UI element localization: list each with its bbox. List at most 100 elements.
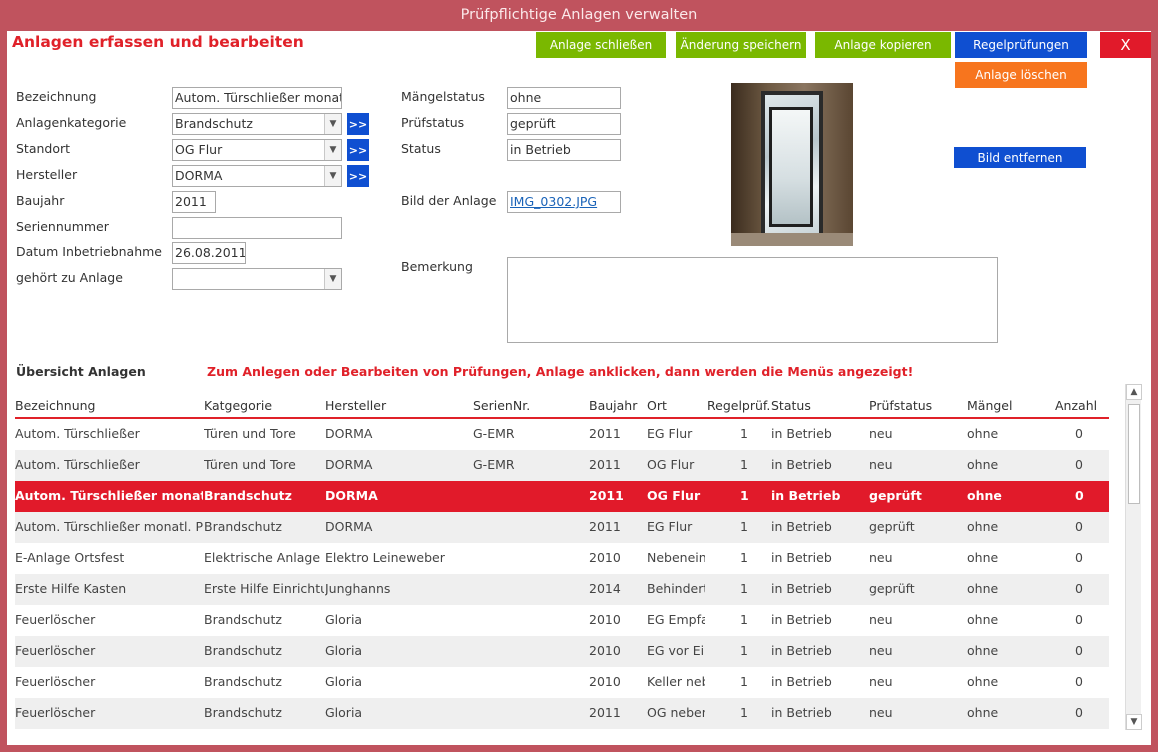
chevron-down-icon[interactable]: ▼ <box>324 140 341 160</box>
cell-anzahl: 0 <box>1075 550 1083 565</box>
table-row[interactable]: Feuerlöscher Brandschutz Gloria 2010 EG vor … <box>15 636 1109 667</box>
maengelstatus-field[interactable]: ohne <box>507 87 621 109</box>
standort-open-button[interactable]: >> <box>347 139 369 161</box>
close-record-button[interactable]: Anlage schließen <box>536 32 666 58</box>
cell-pruefstatus: geprüft <box>869 581 915 596</box>
cell-pruefstatus: neu <box>869 643 893 658</box>
cell-hersteller: DORMA <box>325 519 373 534</box>
gehoert-zu-combo[interactable]: ▼ <box>172 268 342 290</box>
exit-button[interactable]: X <box>1100 32 1151 58</box>
chevron-down-icon[interactable]: ▼ <box>324 269 341 289</box>
hersteller-combo[interactable]: DORMA ▼ <box>172 165 342 187</box>
cell-anzahl: 0 <box>1075 705 1083 720</box>
column-header-maengel[interactable]: Mängel <box>967 398 1012 413</box>
cell-baujahr: 2011 <box>589 519 621 534</box>
scrollbar-thumb[interactable] <box>1128 404 1140 504</box>
cell-baujahr: 2010 <box>589 674 621 689</box>
cell-status: in Betrieb <box>771 612 832 627</box>
remove-image-button[interactable]: Bild entfernen <box>954 147 1086 168</box>
cell-ort: OG neben D <box>647 705 705 720</box>
cell-bezeichnung: Erste Hilfe Kasten <box>15 581 127 596</box>
column-header-regelpruef[interactable]: Regelprüf. <box>707 398 770 413</box>
hersteller-label: Hersteller <box>16 167 78 182</box>
column-header-hersteller[interactable]: Hersteller <box>325 398 386 413</box>
arrow-up-icon[interactable]: ▲ <box>1126 384 1142 400</box>
cell-hersteller: DORMA <box>325 488 378 503</box>
bezeichnung-field[interactable]: Autom. Türschließer monatl. <box>172 87 342 109</box>
cell-pruefstatus: neu <box>869 612 893 627</box>
table-row[interactable]: Autom. Türschließer monatl. PBrandschutz… <box>15 481 1109 512</box>
cell-seriennr: G-EMR <box>473 426 515 441</box>
table-row[interactable]: Autom. Türschließer Türen und Tore DORMA G-… <box>15 450 1109 481</box>
cell-status: in Betrieb <box>771 519 832 534</box>
cell-bezeichnung: Autom. Türschließer monatl. Prü <box>15 519 203 534</box>
table-row[interactable]: Autom. Türschließer monatl. Prü Brandschu… <box>15 512 1109 543</box>
column-header-baujahr[interactable]: Baujahr <box>589 398 637 413</box>
hersteller-open-button[interactable]: >> <box>347 165 369 187</box>
cell-maengel: ohne <box>967 705 999 720</box>
photo-door-leaf <box>769 107 813 227</box>
pruefstatus-field[interactable]: geprüft <box>507 113 621 135</box>
baujahr-field[interactable]: 2011 <box>172 191 216 213</box>
cell-anzahl: 0 <box>1075 612 1083 627</box>
standort-combo[interactable]: OG Flur ▼ <box>172 139 342 161</box>
cell-status: in Betrieb <box>771 457 832 472</box>
kategorie-combo[interactable]: Brandschutz ▼ <box>172 113 342 135</box>
bemerkung-textarea[interactable] <box>507 257 998 343</box>
table-row[interactable]: Feuerlöscher Brandschutz Gloria 2010 EG Empf… <box>15 605 1109 636</box>
bild-label: Bild der Anlage <box>401 193 497 208</box>
kategorie-open-button[interactable]: >> <box>347 113 369 135</box>
cell-baujahr: 2011 <box>589 426 621 441</box>
chevron-down-icon[interactable]: ▼ <box>324 114 341 134</box>
cell-ort: Behinderten <box>647 581 705 596</box>
table-row[interactable]: Feuerlöscher Brandschutz Gloria 2010 Keller … <box>15 667 1109 698</box>
seriennummer-field[interactable] <box>172 217 342 239</box>
cell-status: in Betrieb <box>771 643 832 658</box>
cell-baujahr: 2010 <box>589 550 621 565</box>
cell-ort: EG Flur <box>647 519 693 534</box>
table-row[interactable]: Feuerlöscher Brandschutz Gloria 2011 OG nebe… <box>15 698 1109 729</box>
cell-maengel: ohne <box>967 550 999 565</box>
cell-kategorie: Brandschutz <box>204 519 282 534</box>
cell-ort: EG Empfang <box>647 612 705 627</box>
table-row[interactable]: E-Anlage Ortsfest Elektrische Anlage or El… <box>15 543 1109 574</box>
status-field[interactable]: in Betrieb <box>507 139 621 161</box>
inbetriebnahme-field[interactable]: 26.08.2011 <box>172 242 246 264</box>
cell-pruefstatus: neu <box>869 550 893 565</box>
cell-pruefstatus: neu <box>869 457 893 472</box>
column-header-seriennr[interactable]: SerienNr. <box>473 398 530 413</box>
copy-record-button[interactable]: Anlage kopieren <box>815 32 951 58</box>
column-header-kategorie[interactable]: Katgegorie <box>204 398 272 413</box>
arrow-down-icon[interactable]: ▼ <box>1126 714 1142 730</box>
cell-kategorie: Elektrische Anlage or <box>204 550 324 565</box>
column-header-bezeichnung[interactable]: Bezeichnung <box>15 398 96 413</box>
gehoert-zu-label: gehört zu Anlage <box>16 270 123 285</box>
cell-baujahr: 2011 <box>589 488 624 503</box>
cell-hersteller: Gloria <box>325 612 363 627</box>
delete-record-button[interactable]: Anlage löschen <box>955 62 1087 88</box>
cell-seriennr: G-EMR <box>473 457 515 472</box>
save-changes-button[interactable]: Änderung speichern <box>676 32 806 58</box>
rule-checks-button[interactable]: Regelprüfungen <box>955 32 1087 58</box>
cell-maengel: ohne <box>967 643 999 658</box>
column-header-anzahl[interactable]: Anzahl <box>1055 398 1097 413</box>
table-row[interactable]: Erste Hilfe Kasten Erste Hilfe Einrichtun… <box>15 574 1109 605</box>
column-header-ort[interactable]: Ort <box>647 398 667 413</box>
cell-hersteller: Gloria <box>325 705 363 720</box>
column-header-status[interactable]: Status <box>771 398 811 413</box>
table-scrollbar[interactable]: ▲ ▼ <box>1125 384 1142 730</box>
cell-hersteller: Gloria <box>325 643 363 658</box>
cell-pruefstatus: geprüft <box>869 488 922 503</box>
cell-kategorie: Brandschutz <box>204 705 282 720</box>
column-header-pruefstatus[interactable]: Prüfstatus <box>869 398 932 413</box>
cell-anzahl: 0 <box>1075 519 1083 534</box>
cell-maengel: ohne <box>967 426 999 441</box>
image-file-link[interactable]: IMG_0302.JPG <box>510 194 597 209</box>
baujahr-label: Baujahr <box>16 193 65 208</box>
cell-status: in Betrieb <box>771 550 832 565</box>
table-row[interactable]: Autom. Türschließer Türen und Tore DORMA G-… <box>15 419 1109 450</box>
bild-field[interactable]: IMG_0302.JPG <box>507 191 621 213</box>
equipment-photo <box>731 83 853 246</box>
cell-baujahr: 2011 <box>589 457 621 472</box>
chevron-down-icon[interactable]: ▼ <box>324 166 341 186</box>
